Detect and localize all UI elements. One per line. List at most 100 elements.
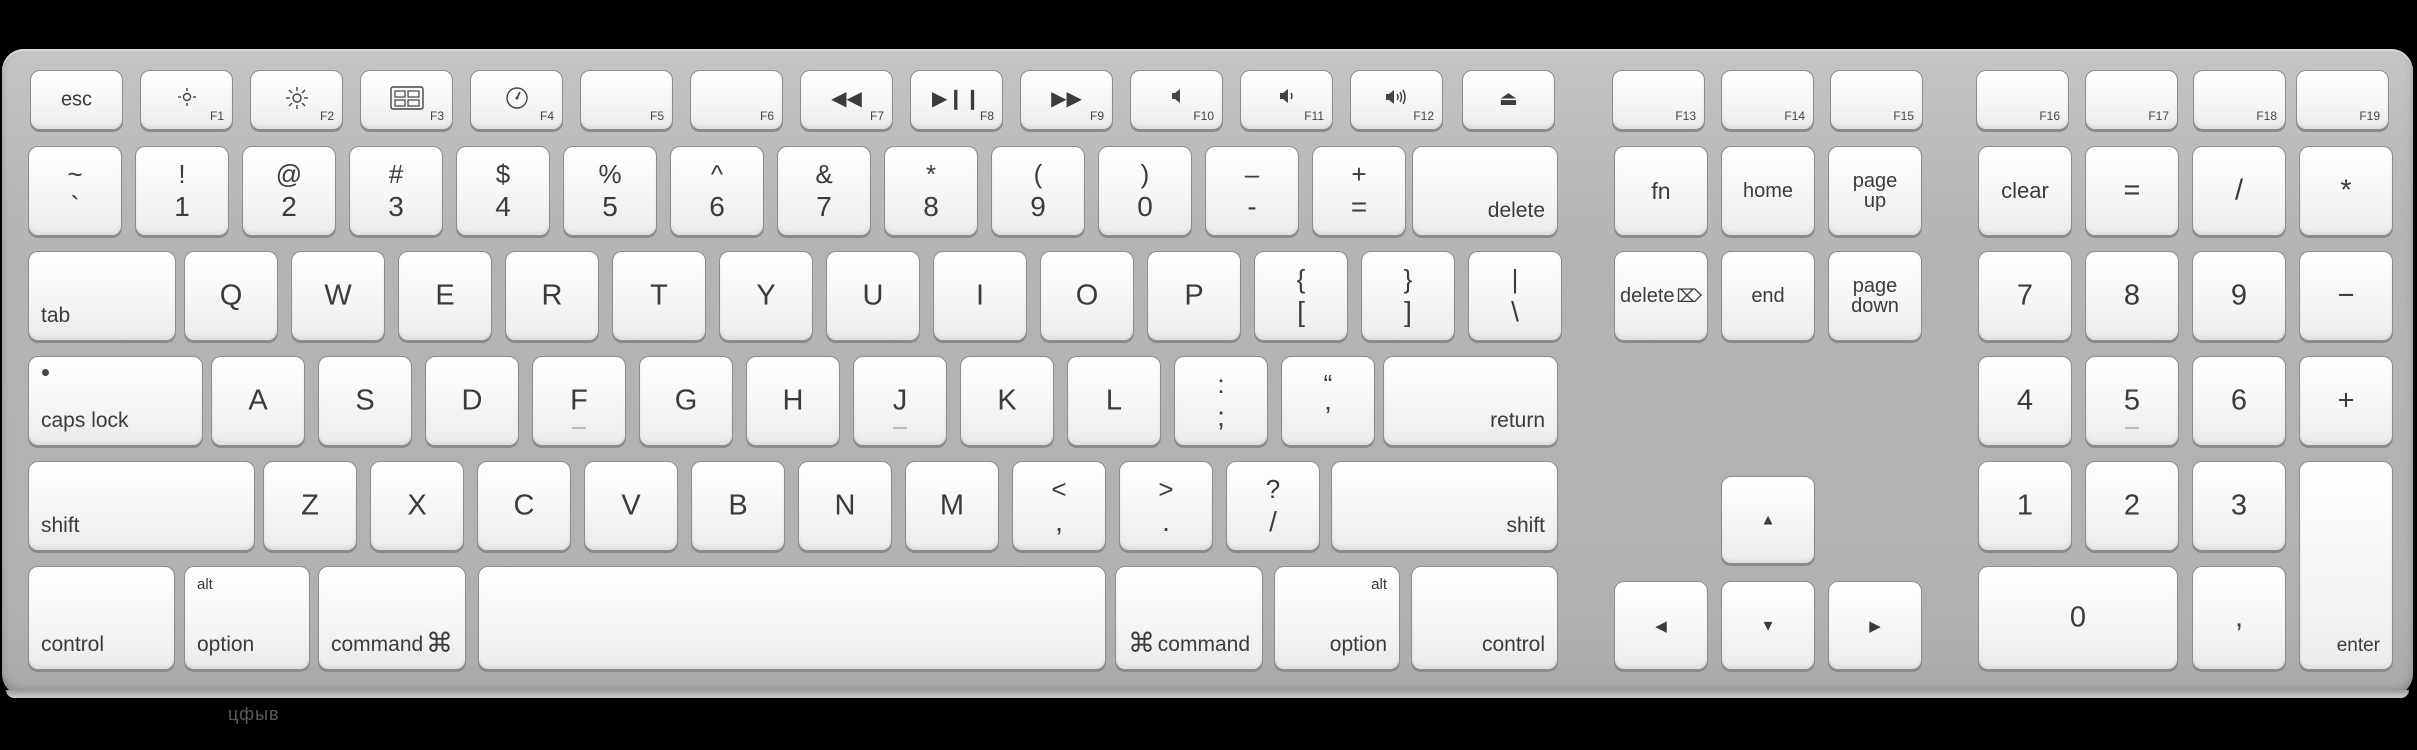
key-f5[interactable]: F5 [580,70,673,130]
key-e[interactable]: E [398,251,492,341]
key-s[interactable]: S [318,356,412,446]
key-lcommand[interactable]: command ⌘ [318,566,466,670]
key-rcontrol[interactable]: control [1411,566,1558,670]
key-f6[interactable]: F6 [690,70,783,130]
key-r[interactable]: R [505,251,599,341]
key-comma[interactable]: <, [1012,461,1106,551]
key-l[interactable]: L [1067,356,1161,446]
key-g[interactable]: G [639,356,733,446]
key-clear[interactable]: clear [1978,146,2072,236]
key-period[interactable]: >. [1119,461,1213,551]
key-pagedown[interactable]: page down [1828,251,1922,341]
key-return[interactable]: return [1383,356,1558,446]
key-kp7[interactable]: 7 [1978,251,2072,341]
key-3[interactable]: #3 [349,146,443,236]
key-kp1[interactable]: 1 [1978,461,2072,551]
key-f12[interactable]: F12 [1350,70,1443,130]
key-minus[interactable]: – - [1205,146,1299,236]
key-slash[interactable]: ? / [1226,461,1320,551]
key-i[interactable]: I [933,251,1027,341]
key-f11[interactable]: F11 [1240,70,1333,130]
key-roption[interactable]: alt option [1274,566,1400,670]
key-f1[interactable]: F1 [140,70,233,130]
key-k[interactable]: K [960,356,1054,446]
key-kp0[interactable]: 0 [1978,566,2178,670]
key-f15[interactable]: F15 [1830,70,1923,130]
key-f16[interactable]: F16 [1976,70,2069,130]
key-fwddelete[interactable]: delete ⌦ [1614,251,1708,341]
key-f7[interactable]: ◀◀ F7 [800,70,893,130]
key-j[interactable]: J [853,356,947,446]
key-kp9[interactable]: 9 [2192,251,2286,341]
key-fn[interactable]: fn [1614,146,1708,236]
key-o[interactable]: O [1040,251,1134,341]
key-f17[interactable]: F17 [2085,70,2178,130]
key-home[interactable]: home [1721,146,1815,236]
key-f14[interactable]: F14 [1721,70,1814,130]
key-kp3[interactable]: 3 [2192,461,2286,551]
key-kp-plus[interactable]: + [2299,356,2393,446]
key-kp6[interactable]: 6 [2192,356,2286,446]
key-kp-multiply[interactable]: * [2299,146,2393,236]
key-kp5[interactable]: 5 [2085,356,2179,446]
key-arrow-right[interactable]: ▶ [1828,581,1922,670]
key-h[interactable]: H [746,356,840,446]
key-equals[interactable]: + = [1312,146,1406,236]
key-capslock[interactable]: caps lock [28,356,203,446]
key-eject[interactable]: ⏏ [1462,70,1555,130]
key-space[interactable] [478,566,1106,670]
key-lbracket[interactable]: {[ [1254,251,1348,341]
key-f4[interactable]: F4 [470,70,563,130]
key-m[interactable]: M [905,461,999,551]
key-6[interactable]: ^ 6 [670,146,764,236]
key-8[interactable]: * 8 [884,146,978,236]
key-f9[interactable]: ▶▶ F9 [1020,70,1113,130]
key-t[interactable]: T [612,251,706,341]
key-lshift[interactable]: shift [28,461,255,551]
key-grave[interactable]: ~ ` [28,146,122,236]
key-quote[interactable]: “’ [1281,356,1375,446]
key-f10[interactable]: F10 [1130,70,1223,130]
key-v[interactable]: V [584,461,678,551]
key-f19[interactable]: F19 [2296,70,2389,130]
key-end[interactable]: end [1721,251,1815,341]
key-kp8[interactable]: 8 [2085,251,2179,341]
key-f18[interactable]: F18 [2193,70,2286,130]
key-tab[interactable]: tab [28,251,176,341]
key-a[interactable]: A [211,356,305,446]
key-f2[interactable]: F2 [250,70,343,130]
key-semicolon[interactable]: :; [1174,356,1268,446]
key-f8[interactable]: ▶❙❙ F8 [910,70,1003,130]
key-q[interactable]: Q [184,251,278,341]
key-kp2[interactable]: 2 [2085,461,2179,551]
key-z[interactable]: Z [263,461,357,551]
key-0[interactable]: ) 0 [1098,146,1192,236]
key-u[interactable]: U [826,251,920,341]
key-kp-equals[interactable]: = [2085,146,2179,236]
key-f[interactable]: F [532,356,626,446]
key-f13[interactable]: F13 [1612,70,1705,130]
key-5[interactable]: % 5 [563,146,657,236]
key-7[interactable]: & 7 [777,146,871,236]
key-pageup[interactable]: page up [1828,146,1922,236]
key-2[interactable]: @2 [242,146,336,236]
key-y[interactable]: Y [719,251,813,341]
key-c[interactable]: C [477,461,571,551]
key-f3[interactable]: F3 [360,70,453,130]
key-kp-minus[interactable]: − [2299,251,2393,341]
key-d[interactable]: D [425,356,519,446]
key-arrow-down[interactable]: ▼ [1721,581,1815,670]
key-arrow-up[interactable]: ▲ [1721,476,1815,564]
key-esc[interactable]: esc [30,70,123,130]
key-kp4[interactable]: 4 [1978,356,2072,446]
key-kp-enter[interactable]: enter [2299,461,2393,670]
key-backslash[interactable]: | \ [1468,251,1562,341]
key-rcommand[interactable]: ⌘ command [1115,566,1263,670]
key-w[interactable]: W [291,251,385,341]
key-9[interactable]: (9 [991,146,1085,236]
key-1[interactable]: ! 1 [135,146,229,236]
key-lcontrol[interactable]: control [28,566,175,670]
key-x[interactable]: X [370,461,464,551]
key-n[interactable]: N [798,461,892,551]
key-rshift[interactable]: shift [1331,461,1558,551]
